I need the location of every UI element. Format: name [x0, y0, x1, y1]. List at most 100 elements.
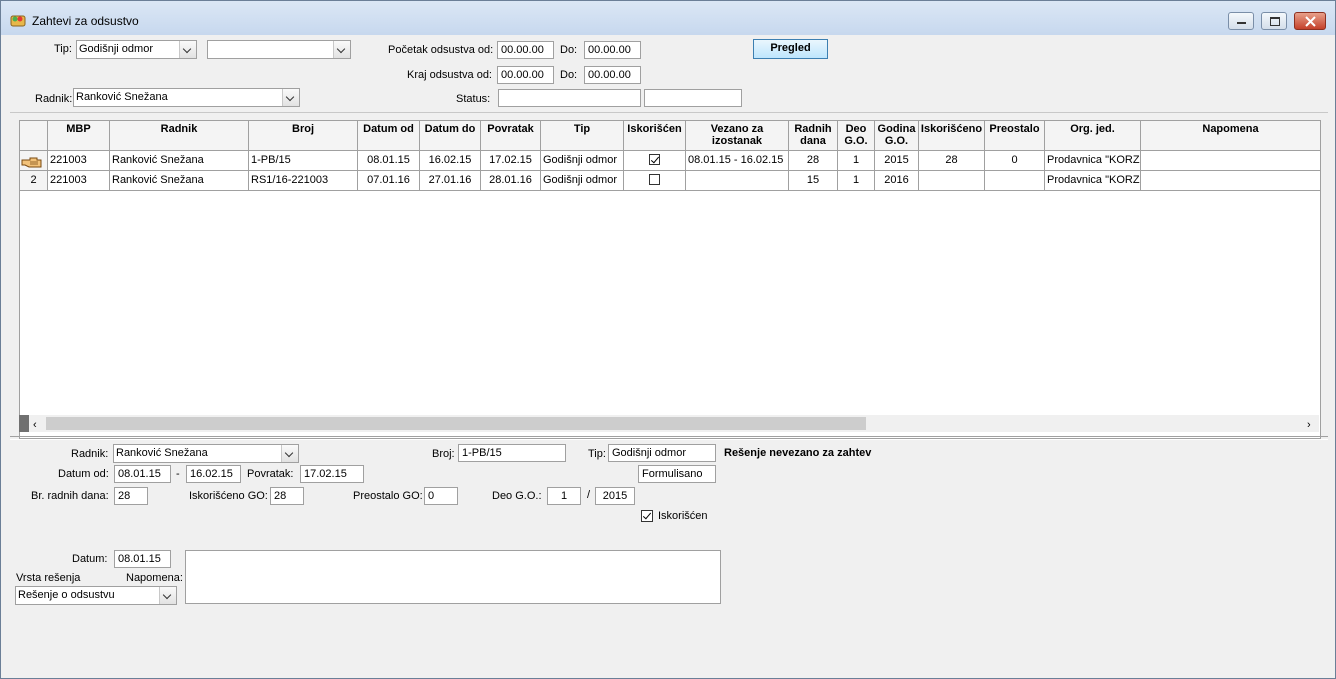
table-cell-datum-do[interactable]: 16.02.15 [420, 151, 481, 171]
col-header-org-jed[interactable]: Org. jed. [1045, 121, 1141, 151]
detail-radnik-combo[interactable]: Ranković Snežana [113, 444, 299, 463]
pregled-button[interactable]: Pregled [753, 39, 828, 59]
pocetak-do-label: Do: [560, 44, 578, 56]
detail-godina-input[interactable]: 2015 [595, 487, 635, 505]
detail-datum-input[interactable]: 08.01.15 [114, 550, 171, 568]
detail-datum-od-input[interactable]: 08.01.15 [114, 465, 171, 483]
kraj-do-input[interactable]: 00.00.00 [584, 66, 641, 84]
col-header-radnih-dana[interactable]: Radnih dana [789, 121, 838, 151]
detail-broj-input[interactable]: 1-PB/15 [458, 444, 566, 462]
table-cell-deo-go[interactable]: 1 [838, 171, 875, 191]
scroll-left-arrow-icon[interactable]: ‹ [33, 419, 37, 431]
table-cell-datum-do[interactable]: 27.01.16 [420, 171, 481, 191]
col-header-preostalo[interactable]: Preostalo [985, 121, 1045, 151]
requests-grid[interactable]: MBP Radnik Broj Datum od Datum do Povrat… [19, 120, 1321, 439]
table-cell-preostalo[interactable] [985, 171, 1045, 191]
detail-povratak-input[interactable]: 17.02.15 [300, 465, 364, 483]
table-cell-vezano[interactable] [686, 171, 789, 191]
col-header-datum-od[interactable]: Datum od [358, 121, 420, 151]
col-header-mbp[interactable]: MBP [48, 121, 110, 151]
scroll-right-arrow-icon[interactable]: › [1307, 419, 1311, 431]
table-cell-deo-go[interactable]: 1 [838, 151, 875, 171]
filter-tip2-combo[interactable] [207, 40, 351, 59]
status-input-1[interactable] [498, 89, 641, 107]
col-header-tip[interactable]: Tip [541, 121, 624, 151]
horizontal-scrollbar[interactable]: ‹ › [19, 415, 1319, 432]
table-cell-broj[interactable]: RS1/16-221003 [249, 171, 358, 191]
table-cell-iskoriscen[interactable] [624, 151, 686, 171]
table-cell-org-jed[interactable]: Prodavnica "KORZO [1045, 171, 1141, 191]
scroll-left-marker [19, 415, 29, 432]
table-cell-datum-od[interactable]: 08.01.15 [358, 151, 420, 171]
detail-iskoriscen-checkbox[interactable] [641, 510, 653, 522]
detail-iskorisceno-label: Iskorišćeno GO: [189, 490, 268, 502]
chevron-down-icon[interactable] [159, 587, 176, 604]
detail-iskorisceno-input[interactable]: 28 [270, 487, 304, 505]
table-cell-napomena[interactable] [1141, 171, 1320, 191]
minimize-button[interactable] [1228, 12, 1254, 30]
col-header-broj[interactable]: Broj [249, 121, 358, 151]
col-header-deo-go[interactable]: Deo G.O. [838, 121, 875, 151]
iskoriscen-checkbox[interactable] [649, 154, 660, 165]
table-cell-iskoriscen[interactable] [624, 171, 686, 191]
col-header-godina-go[interactable]: Godina G.O. [875, 121, 919, 151]
table-cell-broj[interactable]: 1-PB/15 [249, 151, 358, 171]
col-header-datum-do[interactable]: Datum do [420, 121, 481, 151]
table-cell-org-jed[interactable]: Prodavnica "KORZO [1045, 151, 1141, 171]
table-cell-radnik[interactable]: Ranković Snežana [110, 151, 249, 171]
chevron-down-icon[interactable] [281, 445, 298, 462]
table-cell-radnih-dana[interactable]: 15 [789, 171, 838, 191]
pocetak-do-input[interactable]: 00.00.00 [584, 41, 641, 59]
minimize-icon [1237, 22, 1246, 24]
detail-iskoriscen-label: Iskorišćen [658, 510, 708, 522]
table-cell-iskorisceno[interactable] [919, 171, 985, 191]
chevron-down-icon[interactable] [179, 41, 196, 58]
table-row-indicator[interactable]: 2 [20, 171, 48, 191]
table-cell-godina-go[interactable]: 2015 [875, 151, 919, 171]
scrollbar-thumb[interactable] [46, 417, 866, 430]
detail-datum-do-input[interactable]: 16.02.15 [186, 465, 241, 483]
status-input-2[interactable] [644, 89, 742, 107]
table-cell-povratak[interactable]: 28.01.16 [481, 171, 541, 191]
table-cell-datum-od[interactable]: 07.01.16 [358, 171, 420, 191]
detail-status-input[interactable]: Formulisano [638, 465, 716, 483]
detail-tip-input[interactable]: Godišnji odmor [608, 444, 716, 462]
vrsta-resenja-combo[interactable]: Rešenje o odsustvu [15, 586, 177, 605]
detail-radnih-dana-input[interactable]: 28 [114, 487, 148, 505]
filter-radnik-combo[interactable]: Ranković Snežana [73, 88, 300, 107]
table-cell-radnih-dana[interactable]: 28 [789, 151, 838, 171]
close-button[interactable] [1294, 12, 1326, 30]
detail-deo-input[interactable]: 1 [547, 487, 581, 505]
maximize-button[interactable] [1261, 12, 1287, 30]
col-header-radnik[interactable]: Radnik [110, 121, 249, 151]
table-cell-radnik[interactable]: Ranković Snežana [110, 171, 249, 191]
table-cell-preostalo[interactable]: 0 [985, 151, 1045, 171]
chevron-down-icon[interactable] [333, 41, 350, 58]
table-cell-tip[interactable]: Godišnji odmor [541, 151, 624, 171]
iskoriscen-checkbox[interactable] [649, 174, 660, 185]
chevron-down-icon[interactable] [282, 89, 299, 106]
table-cell-tip[interactable]: Godišnji odmor [541, 171, 624, 191]
filter-tip-combo[interactable]: Godišnji odmor [76, 40, 197, 59]
col-header-povratak[interactable]: Povratak [481, 121, 541, 151]
table-cell-vezano[interactable]: 08.01.15 - 16.02.15 [686, 151, 789, 171]
table-cell-povratak[interactable]: 17.02.15 [481, 151, 541, 171]
table-cell-napomena[interactable] [1141, 151, 1320, 171]
filter-radnik-label: Radnik: [35, 93, 73, 105]
napomena-textarea[interactable] [185, 550, 721, 604]
col-header-iskoriscen[interactable]: Iskorišćen [624, 121, 686, 151]
table-cell-godina-go[interactable]: 2016 [875, 171, 919, 191]
table-cell-mbp[interactable]: 221003 [48, 171, 110, 191]
table-row-indicator[interactable] [20, 151, 48, 171]
col-header-vezano[interactable]: Vezano za izostanak [686, 121, 789, 151]
detail-preostalo-input[interactable]: 0 [424, 487, 458, 505]
col-header-napomena[interactable]: Napomena [1141, 121, 1320, 151]
table-cell-iskorisceno[interactable]: 28 [919, 151, 985, 171]
col-header-iskorisceno[interactable]: Iskorišćeno [919, 121, 985, 151]
resenje-note: Rešenje nevezano za zahtev [724, 447, 872, 459]
close-icon [1305, 16, 1316, 27]
window-content: Tip: Godišnji odmor Početak odsustva od:… [10, 35, 1328, 672]
table-cell-mbp[interactable]: 221003 [48, 151, 110, 171]
kraj-od-input[interactable]: 00.00.00 [497, 66, 554, 84]
pocetak-od-input[interactable]: 00.00.00 [497, 41, 554, 59]
